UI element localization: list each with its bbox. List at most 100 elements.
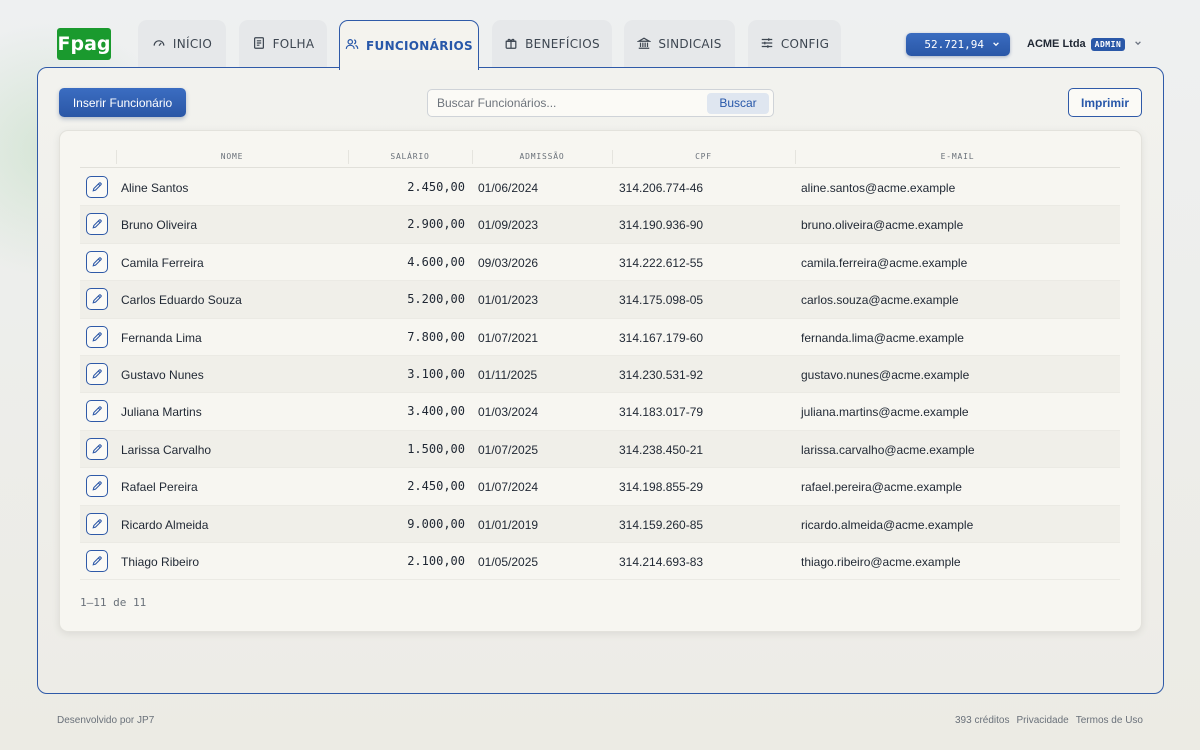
cell-email: ricardo.almeida@acme.example	[801, 517, 974, 532]
tab-label: CONFIG	[780, 37, 830, 51]
cell-admission: 01/09/2023	[478, 218, 539, 233]
gift-icon	[504, 36, 518, 53]
cell-name: Gustavo Nunes	[121, 367, 204, 382]
column-header-cpf[interactable]: CPF	[612, 152, 795, 161]
credits-count: 393 créditos	[955, 715, 1010, 726]
cell-email: aline.santos@acme.example	[801, 181, 956, 195]
cell-cpf: 314.159.260-85	[619, 517, 704, 532]
cell-email: camila.ferreira@acme.example	[801, 255, 968, 270]
table-row[interactable]: Thiago Ribeiro 2.100,00 01/05/2025 314.214.…	[80, 543, 1120, 581]
tab-inicio[interactable]: INÍCIO	[138, 20, 226, 68]
edit-button[interactable]	[86, 400, 108, 423]
cell-cpf: 314.190.936-90	[619, 218, 704, 233]
users-icon	[345, 37, 359, 54]
tab-config[interactable]: CONFIG	[748, 20, 841, 68]
tab-funcionarios[interactable]: FUNCIONÁRIOS	[339, 20, 479, 70]
table-row[interactable]: Camila Ferreira 4.600,00 09/03/2026 314.222…	[80, 244, 1120, 282]
print-button[interactable]: Imprimir	[1068, 88, 1142, 117]
edit-button[interactable]	[86, 475, 108, 498]
table-header: NOME SALÁRIO ADMISSÃO CPF E-MAIL	[80, 146, 1120, 168]
table-row[interactable]: Larissa Carvalho 1.500,00 01/07/2025 314.23…	[80, 430, 1120, 469]
table-row[interactable]: Carlos Eduardo Souza 5.200,00 01/01/2023 31…	[80, 281, 1120, 319]
column-header-name[interactable]: NOME	[116, 152, 348, 161]
insert-employee-button[interactable]: Inserir Funcionário	[59, 88, 186, 117]
edit-button[interactable]	[86, 176, 108, 198]
cell-salary: 1.500,00	[407, 441, 465, 456]
cell-name: Rafael Pereira	[121, 480, 198, 495]
table-row[interactable]: Rafael Pereira 2.450,00 01/07/2024 314.198.…	[80, 468, 1120, 506]
cell-salary: 2.100,00	[407, 553, 465, 568]
pencil-icon	[91, 218, 103, 230]
cell-salary: 2.450,00	[407, 180, 465, 194]
cell-cpf: 314.167.179-60	[619, 330, 704, 345]
cell-email: larissa.carvalho@acme.example	[801, 442, 975, 457]
edit-button[interactable]	[86, 437, 108, 460]
tab-label: FUNCIONÁRIOS	[366, 38, 473, 53]
cell-admission: 01/01/2023	[478, 293, 539, 308]
cell-cpf: 314.175.098-05	[619, 293, 704, 308]
table-row[interactable]: Juliana Martins 3.400,00 01/03/2024 314.183…	[80, 393, 1120, 431]
tab-sindicais[interactable]: SINDICAIS	[624, 20, 735, 68]
pencil-icon	[91, 443, 103, 455]
table-row[interactable]: Fernanda Lima 7.800,00 01/07/2021 314.167.1…	[80, 319, 1120, 356]
tab-beneficios[interactable]: BENEFÍCIOS	[492, 20, 612, 68]
edit-button[interactable]	[86, 512, 108, 535]
cell-salary: 9.000,00	[407, 516, 465, 531]
pencil-icon	[91, 181, 103, 193]
cell-email: bruno.oliveira@acme.example	[801, 218, 964, 233]
pencil-icon	[91, 518, 103, 530]
cell-name: Bruno Oliveira	[121, 218, 198, 233]
company-name: ACME Ltda	[1027, 38, 1086, 50]
chevron-down-icon	[1134, 39, 1142, 49]
cell-cpf: 314.214.693-83	[619, 554, 704, 569]
table-row[interactable]: Gustavo Nunes 3.100,00 01/11/2025 314.230.5…	[80, 355, 1120, 394]
cell-email: fernanda.lima@acme.example	[801, 330, 964, 345]
edit-button[interactable]	[86, 213, 108, 236]
privacy-link[interactable]: Privacidade	[1016, 715, 1068, 726]
pencil-icon	[91, 555, 103, 567]
cell-email: rafael.pereira@acme.example	[801, 480, 962, 495]
cell-name: Fernanda Lima	[121, 330, 202, 345]
role-badge: ADMIN	[1090, 37, 1126, 51]
column-header-salary[interactable]: SALÁRIO	[348, 152, 472, 161]
balance-value: 52.721,94	[924, 38, 984, 51]
pencil-icon	[91, 331, 103, 343]
table-row[interactable]: Bruno Oliveira 2.900,00 01/09/2023 314.190.…	[80, 206, 1120, 244]
cell-salary: 4.600,00	[407, 254, 465, 269]
tab-folha[interactable]: FOLHA	[239, 20, 327, 68]
cell-admission: 01/11/2025	[478, 367, 538, 382]
search-button[interactable]: Buscar	[707, 92, 769, 114]
column-header-admission[interactable]: ADMISSÃO	[472, 152, 612, 161]
edit-button[interactable]	[86, 549, 108, 572]
pencil-icon	[91, 405, 103, 417]
table-row[interactable]: Ricardo Almeida 9.000,00 01/01/2019 314.159…	[80, 505, 1120, 543]
cell-email: thiago.ribeiro@acme.example	[801, 554, 961, 569]
table-row[interactable]: Aline Santos 2.450,00 01/06/2024 314.206.77…	[80, 169, 1120, 207]
document-icon	[252, 36, 266, 53]
tab-label: INÍCIO	[172, 37, 213, 51]
tab-label: SINDICAIS	[658, 37, 722, 51]
edit-button[interactable]	[86, 362, 108, 385]
edit-button[interactable]	[86, 325, 108, 348]
balance-button[interactable]: 52.721,94	[906, 33, 1010, 56]
cell-name: Camila Ferreira	[121, 255, 204, 270]
cell-salary: 3.100,00	[407, 366, 465, 381]
cell-email: gustavo.nunes@acme.example	[801, 367, 970, 382]
cell-salary: 5.200,00	[407, 292, 465, 307]
search-input[interactable]	[437, 96, 707, 110]
terms-link[interactable]: Termos de Uso	[1076, 715, 1143, 726]
app-logo[interactable]: Fpag	[57, 28, 111, 60]
company-menu[interactable]: ACME Ltda ADMIN	[1027, 36, 1142, 52]
column-header-email[interactable]: E-MAIL	[795, 152, 1120, 161]
pencil-icon	[91, 480, 103, 492]
edit-button[interactable]	[86, 288, 108, 311]
tab-label: BENEFÍCIOS	[525, 37, 600, 51]
cell-cpf: 314.198.855-29	[619, 480, 704, 495]
cell-salary: 2.450,00	[407, 479, 465, 494]
edit-button[interactable]	[86, 250, 108, 273]
employees-table: NOME SALÁRIO ADMISSÃO CPF E-MAIL Aline S…	[59, 130, 1142, 632]
cell-email: juliana.martins@acme.example	[801, 405, 969, 420]
cell-admission: 01/06/2024	[478, 181, 539, 195]
chevron-down-icon	[992, 38, 1000, 51]
tab-label: FOLHA	[272, 37, 315, 51]
